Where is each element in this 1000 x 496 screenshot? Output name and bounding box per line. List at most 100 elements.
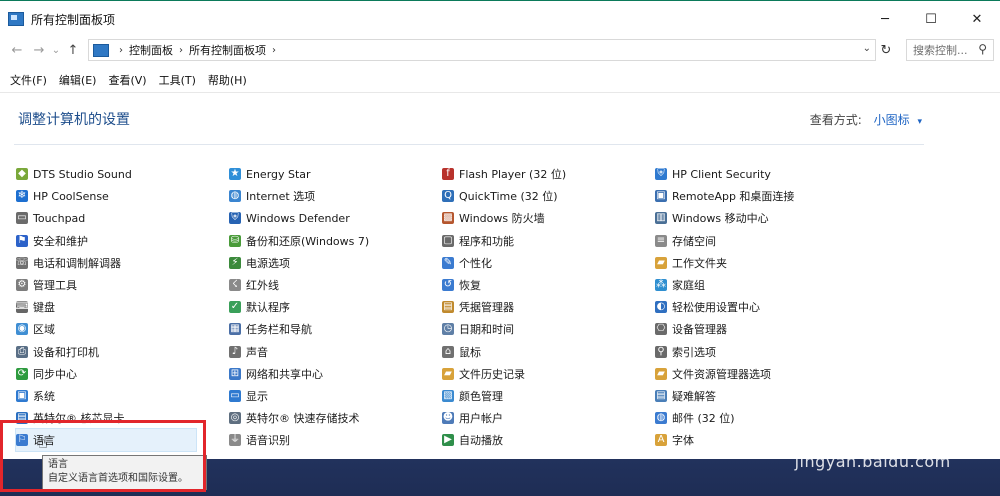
keyboard-icon: ⌨ [14,301,30,314]
control-panel-item[interactable]: ≡ 存储空间 [655,230,868,252]
control-panel-item[interactable]: ✎ 个性化 [442,252,655,274]
control-panel-item[interactable]: ▦ 任务栏和导航 [229,318,442,340]
breadcrumb-all-items[interactable]: 所有控制面板项 [189,42,266,58]
item-label: RemoteApp 和桌面连接 [672,190,795,204]
control-panel-item[interactable]: ▤ 疑难解答 [655,385,868,407]
control-panel-item[interactable]: ▰ 文件历史记录 [442,363,655,385]
control-panel-item[interactable]: ⛨ Windows Defender [229,207,442,229]
item-label: 文件资源管理器选项 [672,367,771,381]
control-panel-item[interactable]: ♪ 声音 [229,341,442,363]
control-panel-item[interactable]: ▩ Windows 防火墙 [442,207,655,229]
minimize-button[interactable]: ─ [862,1,908,37]
dts-icon: ◆ [16,168,28,181]
autoplay-icon: ▶ [442,434,454,447]
control-panel-item[interactable]: ☏ 电话和调制解调器 [16,252,229,274]
control-panel-item[interactable]: ⌂ 鼠标 [442,341,655,363]
control-panel-item[interactable]: ▶ 自动播放 [442,429,655,451]
control-panel-item[interactable]: ↺ 恢复 [442,274,655,296]
control-panel-item[interactable]: ◍ Internet 选项 [229,185,442,207]
control-panel-item[interactable]: ⁂ 家庭组 [655,274,868,296]
control-panel-item[interactable]: ⚙ 管理工具 [16,274,229,296]
breadcrumb-separator: › [179,44,183,56]
search-input[interactable]: 搜索控制... ⚲ [906,39,994,61]
control-panel-item[interactable]: ◉ 区域 [16,318,229,340]
window-controls: ─ ☐ ✕ [862,1,1000,37]
view-by-dropdown[interactable]: 小图标 [874,113,910,127]
item-label: Energy Star [246,167,311,181]
item-label: Windows 移动中心 [672,212,769,226]
control-panel-item[interactable]: ▣ 系统 [16,385,229,407]
close-button[interactable]: ✕ [954,1,1000,37]
item-label: Flash Player (32 位) [459,168,567,182]
control-panel-item[interactable]: ☻ 用户帐户 [442,407,655,429]
menu-tools[interactable]: 工具(T) [153,72,202,88]
control-panel-item[interactable]: ▰ 工作文件夹 [655,252,868,274]
menu-edit[interactable]: 编辑(E) [53,72,103,88]
sound-icon: ♪ [229,345,241,358]
control-panel-item[interactable]: ▰ 文件资源管理器选项 [655,363,868,385]
caret-down-icon[interactable]: ▾ [917,117,922,127]
control-panel-item[interactable]: ▣ RemoteApp 和桌面连接 [655,185,868,207]
back-button[interactable]: ← [6,43,28,58]
control-panel-item[interactable]: ⛁ 备份和还原(Windows 7) [229,230,442,252]
control-panel-item[interactable]: ◆ DTS Studio Sound [16,163,229,185]
system-icon: ▣ [16,389,28,402]
control-panel-item[interactable]: ⚲ 索引选项 [655,341,868,363]
control-panel-item[interactable]: ⊞ 网络和共享中心 [229,363,442,385]
item-label: 设备管理器 [672,323,727,337]
control-panel-item[interactable]: ✓ 默认程序 [229,296,442,318]
control-panel-item[interactable]: ★ Energy Star [229,163,442,185]
control-panel-item[interactable]: ◷ 日期和时间 [442,318,655,340]
control-panel-item[interactable]: ❄ HP CoolSense [16,185,229,207]
ease-of-access-icon: ◐ [655,301,667,314]
menu-help[interactable]: 帮助(H) [202,72,253,88]
control-panel-item[interactable]: ⛨ HP Client Security [655,163,868,185]
control-panel-item[interactable]: f Flash Player (32 位) [442,163,655,185]
control-panel-item[interactable]: ⎙ 设备和打印机 [16,341,229,363]
control-panel-item[interactable]: ▭ 显示 [229,385,442,407]
control-panel-item[interactable]: ▢ 程序和功能 [442,230,655,252]
intel-storage-icon: ◎ [229,412,241,425]
forward-button[interactable]: → [28,43,50,58]
control-panel-item[interactable]: ▥ Windows 移动中心 [655,207,868,229]
refresh-button[interactable]: ↻ [876,39,896,61]
control-panel-item[interactable]: ⎔ 设备管理器 [655,318,868,340]
breadcrumb-control-panel[interactable]: 控制面板 [129,42,173,58]
control-panel-item[interactable]: ☇ 红外线 [229,274,442,296]
item-label: 同步中心 [33,367,77,381]
control-panel-item[interactable]: ⚑ 安全和维护 [16,230,229,252]
clock-icon: ◷ [442,323,454,336]
divider [14,144,924,145]
flag-icon: ⚑ [16,234,28,247]
control-panel-item[interactable]: ◐ 轻松使用设置中心 [655,296,868,318]
item-label: 用户帐户 [459,412,503,426]
item-label: 鼠标 [459,345,481,359]
menu-view[interactable]: 查看(V) [102,72,152,88]
maximize-button[interactable]: ☐ [908,1,954,37]
recent-locations-button[interactable]: ⌄ [50,45,62,56]
energy-star-icon: ★ [229,168,241,181]
address-dropdown-icon[interactable]: ⌄ [863,43,871,54]
watermark-logo: Baidu 经验 [785,416,960,451]
item-label: 工作文件夹 [672,256,727,270]
item-label: 索引选项 [672,345,716,359]
control-panel-item[interactable]: ◎ 英特尔® 快速存储技术 [229,407,442,429]
control-panel-item[interactable]: ⏚ 语音识别 [229,429,442,451]
menu-file[interactable]: 文件(F) [4,72,53,88]
control-panel-item[interactable]: ▭ Touchpad [16,207,229,229]
control-panel-item[interactable]: ▧ 颜色管理 [442,385,655,407]
search-icon[interactable]: ⚲ [978,42,987,56]
control-panel-item[interactable]: Q QuickTime (32 位) [442,185,655,207]
up-button[interactable]: ↑ [62,43,84,58]
item-label: 网络和共享中心 [246,367,323,381]
control-panel-item[interactable]: ⚡ 电源选项 [229,252,442,274]
explorer-options-icon: ▰ [655,367,667,380]
troubleshoot-icon: ▤ [655,389,667,402]
control-panel-item[interactable]: ⟳ 同步中心 [16,363,229,385]
firewall-icon: ▩ [442,212,454,225]
menu-bar: 文件(F) 编辑(E) 查看(V) 工具(T) 帮助(H) [0,68,1000,93]
control-panel-item[interactable]: ⌨ 键盘 [14,296,229,318]
address-bar[interactable]: › 控制面板 › 所有控制面板项 › ⌄ [88,39,876,61]
control-panel-item[interactable]: ▤ 凭据管理器 [442,296,655,318]
item-label: 显示 [246,389,268,403]
